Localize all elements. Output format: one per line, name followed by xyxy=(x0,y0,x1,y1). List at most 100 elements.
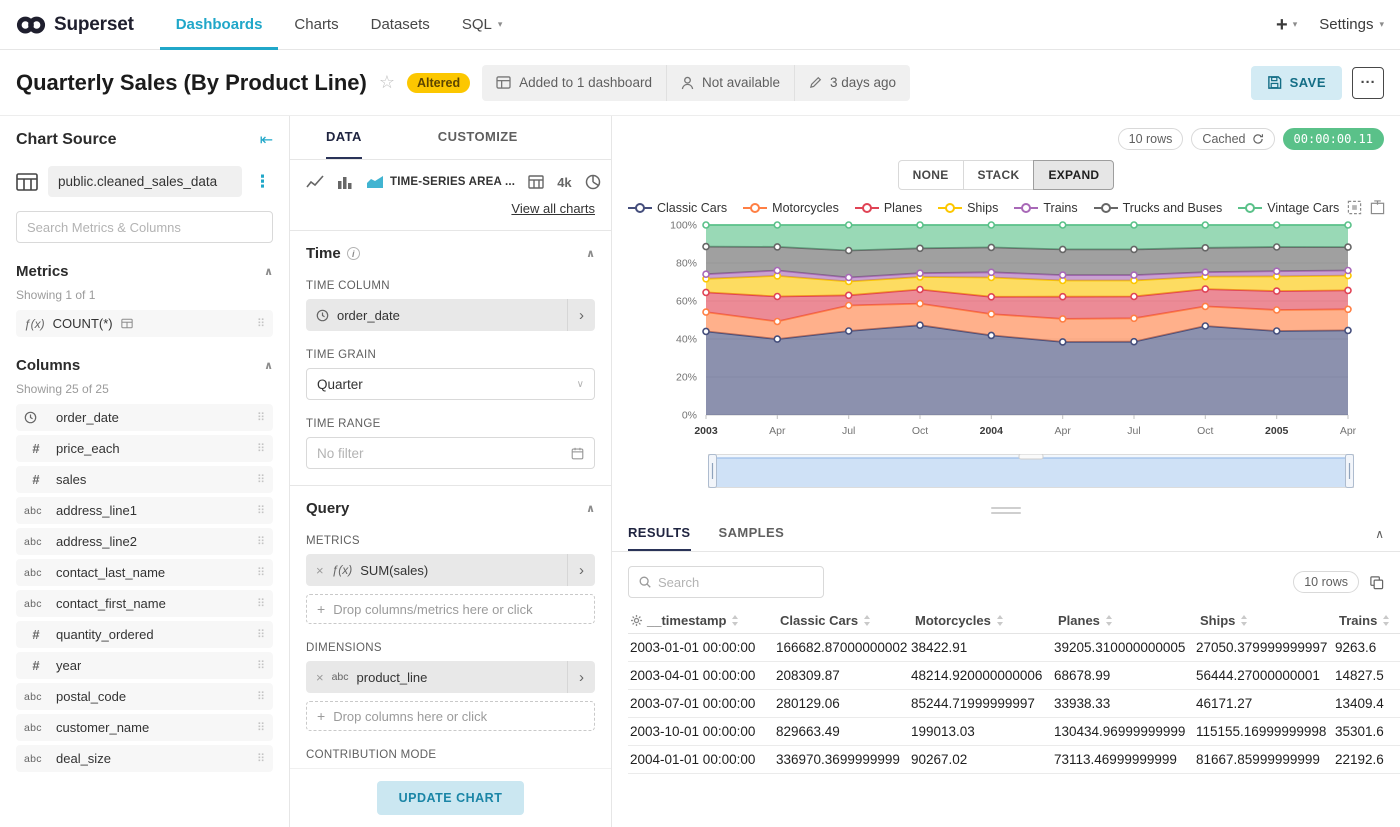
table-viz-icon[interactable] xyxy=(528,175,544,189)
legend-item-classic-cars[interactable]: Classic Cars xyxy=(628,201,727,215)
zoom-select-icon[interactable] xyxy=(1347,200,1362,215)
collapse-panel-icon[interactable]: ⇤ xyxy=(260,130,273,150)
column-item-address_line2[interactable]: abc address_line2 ⠿ xyxy=(16,528,273,555)
time-range-input[interactable]: No filter xyxy=(306,437,595,469)
settings-menu[interactable]: Settings ▾ xyxy=(1319,16,1384,33)
drag-handle-icon[interactable]: ⠿ xyxy=(257,566,265,579)
tab-results[interactable]: RESULTS xyxy=(628,516,691,551)
column-item-quantity_ordered[interactable]: # quantity_ordered ⠿ xyxy=(16,621,273,648)
caret-right-icon[interactable]: › xyxy=(567,554,595,586)
column-item-address_line1[interactable]: abc address_line1 ⠿ xyxy=(16,497,273,524)
chevron-up-icon[interactable]: ∧ xyxy=(264,265,273,278)
time-grain-select[interactable]: Quarter ∨ xyxy=(306,368,595,400)
chevron-up-icon[interactable]: ∧ xyxy=(586,247,595,260)
drag-handle-icon[interactable]: ⠿ xyxy=(257,659,265,672)
panel-resize-handle[interactable] xyxy=(991,507,1021,514)
chevron-up-icon[interactable]: ∧ xyxy=(586,502,595,515)
caret-right-icon[interactable]: › xyxy=(567,661,595,693)
caret-right-icon[interactable]: › xyxy=(567,299,595,331)
last-modified[interactable]: 3 days ago xyxy=(794,64,910,101)
column-item-year[interactable]: # year ⠿ xyxy=(16,652,273,679)
availability-status[interactable]: Not available xyxy=(665,64,794,101)
column-header-trains[interactable]: Trains xyxy=(1333,608,1400,634)
stack-mode-none-button[interactable]: NONE xyxy=(897,160,964,190)
save-button[interactable]: SAVE xyxy=(1250,65,1342,100)
cached-badge[interactable]: Cached xyxy=(1191,128,1275,150)
zoom-reset-icon[interactable] xyxy=(1370,200,1385,215)
more-options-button[interactable]: ··· xyxy=(1352,66,1384,99)
tab-customize[interactable]: CUSTOMIZE xyxy=(438,116,518,159)
column-header-ships[interactable]: Ships xyxy=(1194,608,1333,634)
favorite-star-icon[interactable]: ☆ xyxy=(379,72,395,93)
drag-handle-icon[interactable]: ⠿ xyxy=(257,317,265,330)
column-item-price_each[interactable]: # price_each ⠿ xyxy=(16,435,273,462)
legend-item-planes[interactable]: Planes xyxy=(854,201,922,215)
metric-item-count[interactable]: ƒ(x) COUNT(*) ⠿ xyxy=(16,310,273,337)
column-item-postal_code[interactable]: abc postal_code ⠿ xyxy=(16,683,273,710)
superset-logo[interactable]: Superset xyxy=(16,14,134,36)
drag-handle-icon[interactable]: ⠿ xyxy=(257,473,265,486)
update-chart-button[interactable]: UPDATE CHART xyxy=(376,781,525,815)
new-button[interactable]: + ▾ xyxy=(1276,15,1297,35)
viz-type-selected[interactable]: TIME-SERIES AREA ... xyxy=(366,175,515,189)
legend-item-ships[interactable]: Ships xyxy=(938,201,998,215)
dashboards-attached[interactable]: Added to 1 dashboard xyxy=(482,65,666,101)
column-item-sales[interactable]: # sales ⠿ xyxy=(16,466,273,493)
column-item-contact_first_name[interactable]: abc contact_first_name ⠿ xyxy=(16,590,273,617)
drag-handle-icon[interactable]: ⠿ xyxy=(257,752,265,765)
stack-mode-stack-button[interactable]: STACK xyxy=(962,160,1035,190)
nav-item-datasets[interactable]: Datasets xyxy=(355,0,446,50)
chevron-up-icon[interactable]: ∧ xyxy=(264,359,273,372)
dimensions-dropzone[interactable]: + Drop columns here or click xyxy=(306,701,595,731)
refresh-icon[interactable] xyxy=(1252,133,1264,145)
close-icon[interactable]: × xyxy=(316,563,324,578)
nav-item-sql[interactable]: SQL ▾ xyxy=(446,0,519,50)
collapse-results-icon[interactable]: ∧ xyxy=(1375,527,1384,541)
column-item-order_date[interactable]: order_date ⠿ xyxy=(16,404,273,431)
time-column-control[interactable]: order_date › xyxy=(306,299,595,331)
chart-range-brush[interactable] xyxy=(708,453,1354,488)
big-number-viz-icon[interactable]: 4k xyxy=(557,175,571,190)
column-item-deal_size[interactable]: abc deal_size ⠿ xyxy=(16,745,273,772)
row-count-badge[interactable]: 10 rows xyxy=(1117,128,1184,150)
drag-handle-icon[interactable]: ⠿ xyxy=(257,504,265,517)
drag-handle-icon[interactable]: ⠿ xyxy=(257,628,265,641)
nav-item-dashboards[interactable]: Dashboards xyxy=(159,0,279,50)
column-header-planes[interactable]: Planes xyxy=(1052,608,1194,634)
metrics-columns-search-input[interactable] xyxy=(16,211,273,243)
column-item-customer_name[interactable]: abc customer_name ⠿ xyxy=(16,714,273,741)
drag-handle-icon[interactable]: ⠿ xyxy=(257,721,265,734)
results-search-input[interactable] xyxy=(658,574,814,590)
drag-handle-icon[interactable]: ⠿ xyxy=(257,442,265,455)
drag-handle-icon[interactable]: ⠿ xyxy=(257,690,265,703)
legend-item-trains[interactable]: Trains xyxy=(1014,201,1078,215)
legend-item-vintage-cars[interactable]: Vintage Cars xyxy=(1238,201,1339,215)
copy-icon[interactable] xyxy=(1369,575,1384,590)
close-icon[interactable]: × xyxy=(316,670,324,685)
column-header-motorcycles[interactable]: Motorcycles xyxy=(909,608,1052,634)
metrics-dropzone[interactable]: + Drop columns/metrics here or click xyxy=(306,594,595,624)
tab-data[interactable]: DATA xyxy=(326,116,362,159)
line-chart-icon[interactable] xyxy=(306,175,324,189)
nav-item-charts[interactable]: Charts xyxy=(278,0,354,50)
column-item-contact_last_name[interactable]: abc contact_last_name ⠿ xyxy=(16,559,273,586)
legend-item-motorcycles[interactable]: Motorcycles xyxy=(743,201,839,215)
altered-badge[interactable]: Altered xyxy=(407,72,471,93)
dataset-name[interactable]: public.cleaned_sales_data xyxy=(48,166,242,197)
drag-handle-icon[interactable]: ⠿ xyxy=(257,535,265,548)
metric-control[interactable]: × ƒ(x) SUM(sales) › xyxy=(306,554,595,586)
bar-chart-icon[interactable] xyxy=(337,175,353,189)
stacked-area-chart[interactable]: 0% 20% 40% 60% 80% 100% 2003 Apr Jul Oct 2004 Apr Ju… xyxy=(628,217,1382,441)
dimension-control[interactable]: × abc product_line › xyxy=(306,661,595,693)
drag-handle-icon[interactable]: ⠿ xyxy=(257,411,265,424)
drag-handle-icon[interactable]: ⠿ xyxy=(257,597,265,610)
column-header-classic-cars[interactable]: Classic Cars xyxy=(774,608,909,634)
dataset-options-icon[interactable]: ⋮ xyxy=(252,172,273,192)
legend-item-trucks-and-buses[interactable]: Trucks and Buses xyxy=(1093,201,1222,215)
view-all-charts-link[interactable]: View all charts xyxy=(511,201,595,216)
stack-mode-expand-button[interactable]: EXPAND xyxy=(1033,160,1115,190)
column-header-__timestamp[interactable]: __timestamp xyxy=(628,608,774,634)
tab-samples[interactable]: SAMPLES xyxy=(719,516,785,551)
pie-chart-icon[interactable] xyxy=(585,174,601,190)
results-table-wrap[interactable]: __timestamp Classic Cars Motorcycles Planes… xyxy=(628,608,1400,827)
